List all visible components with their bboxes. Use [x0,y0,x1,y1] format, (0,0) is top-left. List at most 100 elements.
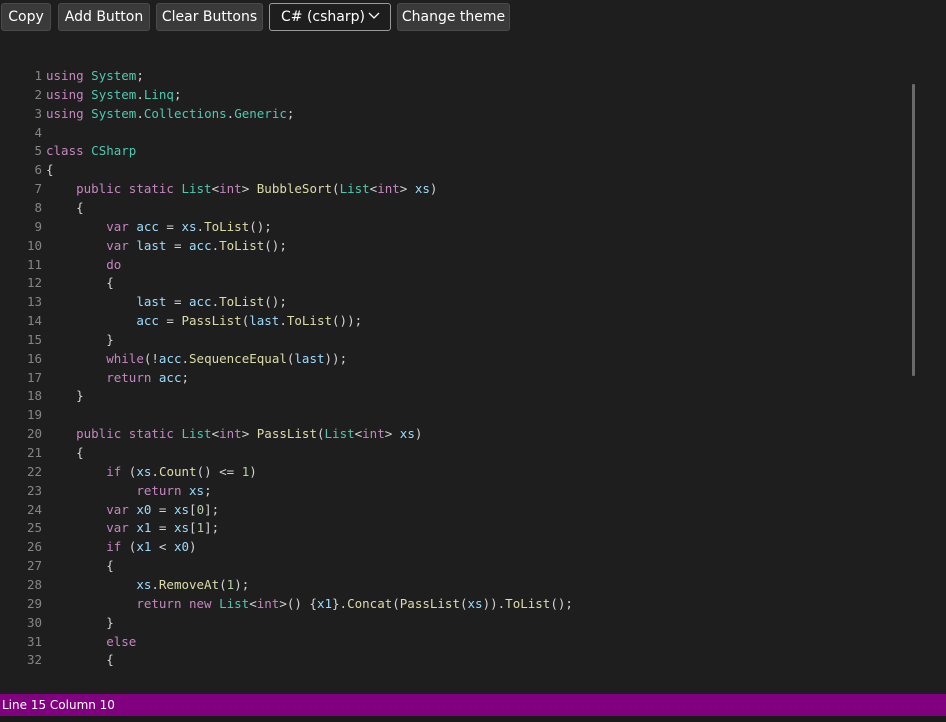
code-line[interactable]: 9 var acc = xs.ToList(); [0,217,900,236]
code-text: using System; [46,68,144,83]
code-line[interactable]: 13 last = acc.ToList(); [0,292,900,311]
code-editor[interactable]: 1 using System; 2 using System.Linq; 3 using … [0,58,946,668]
code-text: else [106,633,137,649]
code-text: public static List<int> PassList(List<in… [76,426,423,442]
code-line[interactable]: 30 } [0,613,900,632]
code-line[interactable]: 6{ [0,160,900,179]
line-number: 16 [26,350,42,366]
status-bar: Line 15 Column 10 [0,694,946,716]
code-text: return new List<int>() {x1}.Concat(PassL… [136,595,573,611]
line-number: 29 [26,595,42,611]
code-text: using System.Linq; [46,86,182,102]
line-number: 17 [26,369,42,385]
code-text: acc = PassList(last.ToList()); [136,313,363,329]
line-number: 14 [26,313,42,329]
line-number: 25 [26,520,42,536]
code-line[interactable]: 22 if (xs.Count() <= 1) [0,462,900,481]
code-text: last = acc.ToList(); [136,294,287,310]
code-line[interactable]: 16 while(!acc.SequenceEqual(last)); [0,349,900,368]
code-line[interactable]: 4 [0,123,900,142]
line-number: 1 [34,68,42,83]
code-line[interactable]: 27 { [0,556,900,575]
line-number: 15 [26,331,42,347]
line-number: 31 [26,633,42,649]
code-line[interactable]: 25 var x1 = xs[1]; [0,518,900,537]
code-line[interactable]: 28 xs.RemoveAt(1); [0,575,900,594]
line-number: 9 [34,218,42,234]
language-select-value: C# (csharp) [281,9,365,25]
code-text: do [106,256,122,272]
code-text: while(!acc.SequenceEqual(last)); [106,350,348,366]
code-text: { [46,558,114,574]
code-line[interactable]: 29 return new List<int>() {x1}.Concat(Pa… [0,594,900,613]
code-line[interactable]: 7 public static List<int> BubbleSort(Lis… [0,179,900,198]
vertical-scrollbar[interactable] [912,84,915,376]
line-number: 12 [26,275,42,291]
copy-button[interactable]: Copy [1,3,51,31]
code-line[interactable]: 3 using System.Collections.Generic; [0,104,900,123]
code-line[interactable]: 19 [0,405,900,424]
code-line[interactable]: 18 } [0,386,900,405]
chevron-down-icon [368,12,380,19]
code-line[interactable]: 26 if (x1 < x0) [0,537,900,556]
code-line[interactable]: 20 public static List<int> PassList(List… [0,424,900,443]
code-text: } [46,614,114,630]
change-theme-button[interactable]: Change theme [397,3,510,31]
line-number: 2 [34,86,42,102]
code-text: var x0 = xs[0]; [106,501,220,517]
add-button[interactable]: Add Button [58,3,150,31]
line-number: 6 [34,162,42,178]
code-text: if (xs.Count() <= 1) [106,463,257,479]
code-line[interactable]: 12 { [0,273,900,292]
line-number: 11 [26,256,42,272]
code-line[interactable]: 31 else [0,632,900,651]
code-text: } [46,331,114,347]
line-number: 20 [26,426,42,442]
cursor-position: Line 15 Column 10 [2,698,115,712]
code-line[interactable]: 21 { [0,443,900,462]
bottom-strip [0,716,946,722]
code-line[interactable]: 5 class CSharp [0,141,900,160]
line-number: 5 [34,143,42,159]
code-line[interactable]: 8 { [0,198,900,217]
code-text: return xs; [136,482,212,498]
code-text: var acc = xs.ToList(); [106,218,272,234]
code-text: { [46,199,84,215]
line-number: 28 [26,576,42,592]
code-line[interactable]: 2 using System.Linq; [0,85,900,104]
clear-buttons-button[interactable]: Clear Buttons [156,3,263,31]
line-number: 26 [26,539,42,555]
code-line[interactable]: 15 } [0,330,900,349]
code-line[interactable]: 10 var last = acc.ToList(); [0,236,900,255]
language-select[interactable]: C# (csharp) [269,3,391,31]
line-number: 30 [26,614,42,630]
code-text: var x1 = xs[1]; [106,520,220,536]
code-text: using System.Collections.Generic; [46,105,295,121]
line-number: 8 [34,199,42,215]
code-line[interactable]: 11 do [0,255,900,274]
code-text: } [46,388,84,404]
code-line[interactable]: 14 acc = PassList(last.ToList()); [0,311,900,330]
line-number: 3 [34,105,42,121]
line-number: 27 [26,558,42,574]
line-number: 19 [26,407,42,423]
line-number: 10 [26,237,42,253]
code-text: return acc; [106,369,190,385]
code-line[interactable]: 23 return xs; [0,481,900,500]
code-text: { [46,445,84,460]
code-text: { [46,652,114,668]
code-text: { [46,275,114,291]
line-number: 7 [34,181,42,197]
code-text: if (x1 < x0) [106,539,197,555]
code-text: var last = acc.ToList(); [106,237,287,253]
code-text: public static List<int> BubbleSort(List<… [76,181,438,197]
line-number: 24 [26,501,42,517]
code-line[interactable]: 24 var x0 = xs[0]; [0,500,900,519]
code-text: xs.RemoveAt(1); [136,576,250,592]
line-number: 22 [26,463,42,479]
code-line[interactable]: 17 return acc; [0,368,900,387]
toolbar: Copy Add Button Clear Buttons C# (csharp… [0,0,946,36]
code-text: class CSharp [46,143,137,159]
code-line[interactable]: 1 using System; [0,66,900,85]
code-line[interactable]: 32 { [0,650,900,668]
